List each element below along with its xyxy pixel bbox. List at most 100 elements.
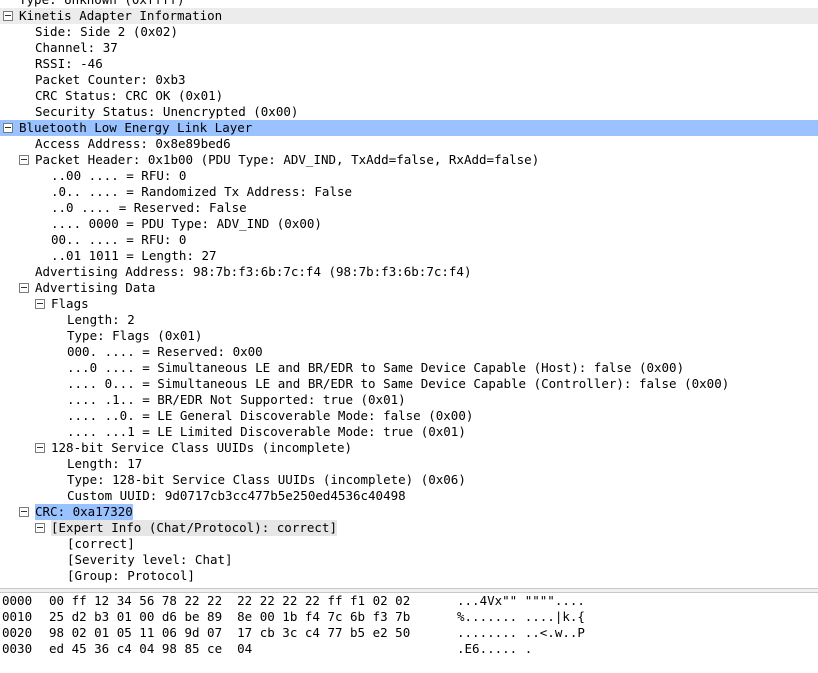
tree-row-label: ..00 .... = RFU: 0: [51, 168, 187, 183]
tree-row-label: Length: 2: [67, 312, 135, 327]
tree-row[interactable]: .... 0000 = PDU Type: ADV_IND (0x00): [0, 216, 818, 232]
tree-row-label: Advertising Data: [35, 280, 156, 295]
tree-row[interactable]: .... ..0. = LE General Discoverable Mode…: [0, 408, 818, 424]
tree-row-label: [Group: Protocol]: [67, 568, 195, 583]
collapse-icon[interactable]: [3, 11, 13, 21]
tree-row[interactable]: ...0 .... = Simultaneous LE and BR/EDR t…: [0, 360, 818, 376]
tree-row[interactable]: ..00 .... = RFU: 0: [0, 168, 818, 184]
tree-row-label: Type: Unknown (0xffff): [19, 0, 185, 8]
tree-row-label: Advertising Address: 98:7b:f3:6b:7c:f4 (…: [35, 264, 472, 279]
tree-row[interactable]: ..0 .... = Reserved: False: [0, 200, 818, 216]
tree-row[interactable]: [Expert Info (Chat/Protocol): correct]: [0, 520, 818, 536]
hex-bytes[interactable]: 00 ff 12 34 56 78 22 22 22 22 22 22 ff f…: [49, 593, 410, 609]
collapse-icon[interactable]: [3, 123, 13, 133]
hex-ascii[interactable]: ........ ..<.w..P: [457, 625, 585, 641]
tree-row-label: ..01 1011 = Length: 27: [51, 248, 217, 263]
tree-row[interactable]: .... .1.. = BR/EDR Not Supported: true (…: [0, 392, 818, 408]
collapse-icon[interactable]: [19, 507, 29, 517]
tree-row-label: CRC Status: CRC OK (0x01): [35, 88, 224, 103]
hex-bytes[interactable]: ed 45 36 c4 04 98 85 ce 04: [49, 641, 252, 657]
collapse-icon[interactable]: [35, 299, 45, 309]
tree-row[interactable]: CRC Status: CRC OK (0x01): [0, 88, 818, 104]
tree-row-label: CRC: 0xa17320: [35, 504, 133, 520]
tree-row-label: ...0 .... = Simultaneous LE and BR/EDR t…: [67, 360, 685, 375]
tree-row-label: .... .1.. = BR/EDR Not Supported: true (…: [67, 392, 406, 407]
tree-row-label: Length: 17: [67, 456, 143, 471]
tree-row[interactable]: Kinetis Adapter Information: [0, 8, 818, 24]
tree-row[interactable]: 000. .... = Reserved: 0x00: [0, 344, 818, 360]
hex-offset: 0030: [2, 641, 33, 656]
hex-row[interactable]: 0020 98 02 01 05 11 06 9d 07 17 cb 3c c4 …: [0, 625, 818, 641]
tree-row-label: .0.. .... = Randomized Tx Address: False: [51, 184, 353, 199]
tree-row-label: .... 0000 = PDU Type: ADV_IND (0x00): [51, 216, 322, 231]
collapse-icon[interactable]: [19, 283, 29, 293]
tree-row-label: Channel: 37: [35, 40, 118, 55]
tree-row-label: 000. .... = Reserved: 0x00: [67, 344, 263, 359]
tree-row-label: .... 0... = Simultaneous LE and BR/EDR t…: [67, 376, 730, 391]
hex-row[interactable]: 0010 25 d2 b3 01 00 d6 be 89 8e 00 1b f4 …: [0, 609, 818, 625]
tree-row-label: Type: 128-bit Service Class UUIDs (incom…: [67, 472, 466, 487]
hex-ascii[interactable]: .E6..... .: [457, 641, 532, 657]
tree-row[interactable]: 00.. .... = RFU: 0: [0, 232, 818, 248]
tree-row-label: Bluetooth Low Energy Link Layer: [19, 120, 253, 135]
tree-row-label: Type: Flags (0x01): [67, 328, 203, 343]
tree-row[interactable]: Packet Counter: 0xb3: [0, 72, 818, 88]
tree-row-label: RSSI: -46: [35, 56, 103, 71]
packet-bytes-pane[interactable]: 0000 00 ff 12 34 56 78 22 22 22 22 22 22 …: [0, 593, 818, 673]
tree-row[interactable]: Custom UUID: 9d0717cb3cc477b5e250ed4536c…: [0, 488, 818, 504]
collapse-icon[interactable]: [19, 155, 29, 165]
tree-row[interactable]: .0.. .... = Randomized Tx Address: False: [0, 184, 818, 200]
tree-row-label: .... ..0. = LE General Discoverable Mode…: [67, 408, 474, 423]
hex-ascii[interactable]: %....... ....|k.{: [457, 609, 585, 625]
tree-row[interactable]: .... 0... = Simultaneous LE and BR/EDR t…: [0, 376, 818, 392]
hex-offset: 0000: [2, 593, 33, 608]
tree-row-label: Packet Header: 0x1b00 (PDU Type: ADV_IND…: [35, 152, 540, 167]
hex-bytes[interactable]: 98 02 01 05 11 06 9d 07 17 cb 3c c4 77 b…: [49, 625, 410, 641]
hex-row[interactable]: 0030 ed 45 36 c4 04 98 85 ce 04 .E6..... .: [0, 641, 818, 657]
tree-row-label: Flags: [51, 296, 89, 311]
collapse-icon[interactable]: [35, 443, 45, 453]
tree-row-label: Packet Counter: 0xb3: [35, 72, 186, 87]
tree-row[interactable]: Advertising Address: 98:7b:f3:6b:7c:f4 (…: [0, 264, 818, 280]
tree-row[interactable]: Bluetooth Low Energy Link Layer: [0, 120, 818, 136]
tree-row[interactable]: RSSI: -46: [0, 56, 818, 72]
tree-row[interactable]: Type: Unknown (0xffff): [0, 0, 818, 8]
tree-row-label: 128-bit Service Class UUIDs (incomplete): [51, 440, 353, 455]
tree-row-label: 00.. .... = RFU: 0: [51, 232, 187, 247]
tree-row[interactable]: Length: 2: [0, 312, 818, 328]
tree-row[interactable]: Side: Side 2 (0x02): [0, 24, 818, 40]
tree-row[interactable]: [correct]: [0, 536, 818, 552]
tree-row[interactable]: ..01 1011 = Length: 27: [0, 248, 818, 264]
tree-row[interactable]: Security Status: Unencrypted (0x00): [0, 104, 818, 120]
tree-row-label: Kinetis Adapter Information: [19, 8, 223, 23]
tree-row[interactable]: [Severity level: Chat]: [0, 552, 818, 568]
tree-row-label: [Severity level: Chat]: [67, 552, 233, 567]
tree-row-label: Custom UUID: 9d0717cb3cc477b5e250ed4536c…: [67, 488, 406, 503]
tree-row-label: Access Address: 0x8e89bed6: [35, 136, 231, 151]
hex-ascii[interactable]: ...4Vx"" """"....: [457, 593, 585, 609]
tree-row[interactable]: Type: Flags (0x01): [0, 328, 818, 344]
hex-offset: 0010: [2, 609, 33, 624]
tree-row[interactable]: Length: 17: [0, 456, 818, 472]
tree-row[interactable]: .... ...1 = LE Limited Discoverable Mode…: [0, 424, 818, 440]
tree-row-label: Security Status: Unencrypted (0x00): [35, 104, 299, 119]
tree-row[interactable]: Access Address: 0x8e89bed6: [0, 136, 818, 152]
hex-row[interactable]: 0000 00 ff 12 34 56 78 22 22 22 22 22 22 …: [0, 593, 818, 609]
packet-details-tree[interactable]: Type: Unknown (0xffff)Kinetis Adapter In…: [0, 0, 818, 588]
tree-row-label: .... ...1 = LE Limited Discoverable Mode…: [67, 424, 466, 439]
tree-row[interactable]: 128-bit Service Class UUIDs (incomplete): [0, 440, 818, 456]
tree-row[interactable]: Flags: [0, 296, 818, 312]
tree-row[interactable]: Advertising Data: [0, 280, 818, 296]
tree-row-label: [correct]: [67, 536, 135, 551]
tree-row[interactable]: [Group: Protocol]: [0, 568, 818, 584]
tree-row[interactable]: Type: 128-bit Service Class UUIDs (incom…: [0, 472, 818, 488]
hex-offset: 0020: [2, 625, 33, 640]
collapse-icon[interactable]: [35, 523, 45, 533]
hex-bytes[interactable]: 25 d2 b3 01 00 d6 be 89 8e 00 1b f4 7c 6…: [49, 609, 410, 625]
tree-row-label: [Expert Info (Chat/Protocol): correct]: [51, 520, 337, 536]
tree-row[interactable]: Packet Header: 0x1b00 (PDU Type: ADV_IND…: [0, 152, 818, 168]
tree-row[interactable]: Channel: 37: [0, 40, 818, 56]
tree-row-label: ..0 .... = Reserved: False: [51, 200, 247, 215]
tree-row[interactable]: CRC: 0xa17320: [0, 504, 818, 520]
tree-row-label: Side: Side 2 (0x02): [35, 24, 178, 39]
